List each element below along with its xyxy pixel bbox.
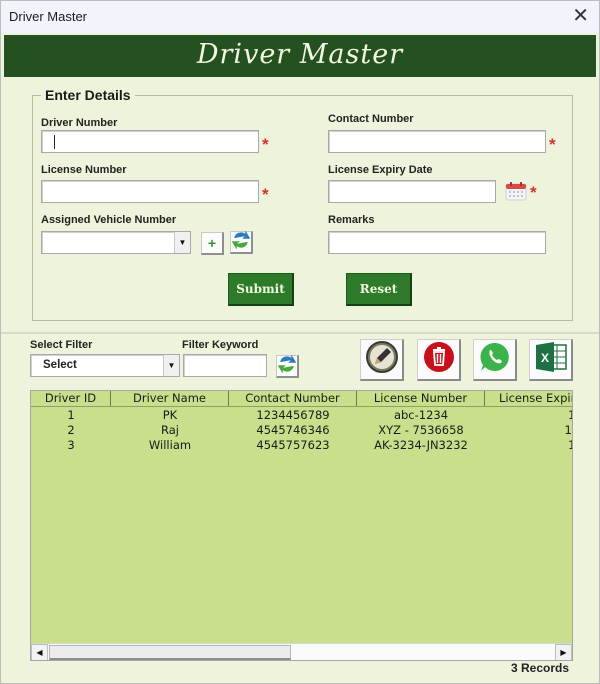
column-header[interactable]: Driver Name — [111, 391, 229, 406]
horizontal-scrollbar[interactable]: ◀ ▶ — [31, 643, 572, 660]
add-vehicle-button[interactable]: + — [201, 232, 224, 255]
reset-button[interactable]: Reset — [346, 273, 412, 306]
required-mark: * — [262, 135, 269, 154]
driver-number-label: Driver Number — [41, 117, 118, 129]
license-expiry-date-input[interactable] — [328, 180, 496, 203]
table-cell: 1 — [67, 408, 75, 422]
excel-export-button[interactable]: X — [529, 339, 573, 381]
divider — [1, 332, 599, 334]
select-filter-dropdown[interactable]: Select ▼ — [30, 354, 180, 377]
svg-text:X: X — [541, 351, 549, 365]
banner-title: Driver Master — [196, 39, 404, 70]
driver-number-input[interactable] — [41, 130, 259, 153]
license-expiry-date-label: License Expiry Date — [328, 164, 433, 176]
scroll-right-arrow-icon[interactable]: ▶ — [555, 644, 572, 660]
text-caret — [54, 135, 55, 149]
edit-button[interactable] — [360, 339, 404, 381]
enter-details-legend: Enter Details — [41, 87, 135, 103]
chevron-down-icon[interactable]: ▼ — [174, 232, 190, 253]
remarks-input[interactable] — [328, 231, 546, 254]
driver-master-window: Driver Master ✕ Driver Master Enter Deta… — [0, 0, 600, 684]
select-filter-value: Select — [43, 359, 77, 371]
chevron-down-icon[interactable]: ▼ — [163, 355, 179, 376]
scroll-left-arrow-icon[interactable]: ◀ — [31, 644, 48, 660]
refresh-filter-button[interactable] — [276, 353, 299, 378]
table-cell: AK-3234-JN3232 — [374, 438, 468, 452]
remarks-label: Remarks — [328, 214, 375, 226]
assigned-vehicle-number-label: Assigned Vehicle Number — [41, 214, 177, 226]
record-count: 3 Records — [510, 661, 569, 675]
table-cell: 4545746346 — [256, 423, 330, 437]
license-number-label: License Number — [41, 164, 127, 176]
filter-keyword-input[interactable] — [183, 354, 267, 377]
refresh-vehicle-button[interactable] — [230, 229, 253, 254]
table-cell: XYZ - 7536658 — [378, 423, 464, 437]
contact-number-label: Contact Number — [328, 113, 414, 125]
contact-number-input[interactable] — [328, 130, 546, 153]
required-mark: * — [530, 183, 537, 202]
table-header: Driver ID Driver Name Contact Number Lic… — [31, 391, 572, 407]
table-cell: 2 — [67, 423, 75, 437]
column-header[interactable]: Contact Number — [229, 391, 357, 406]
table-cell: 14-Aug-3 — [564, 423, 572, 437]
scrollbar-thumb[interactable] — [49, 645, 291, 660]
filter-keyword-label: Filter Keyword — [182, 339, 259, 351]
license-number-input[interactable] — [41, 180, 259, 203]
whatsapp-button[interactable] — [473, 339, 517, 381]
table-cell: Raj — [161, 423, 179, 437]
table-cell: 4545757623 — [256, 438, 330, 452]
select-filter-label: Select Filter — [30, 339, 93, 351]
header-banner: Driver Master — [4, 35, 596, 77]
table-cell: abc-1234 — [393, 408, 449, 422]
calendar-icon[interactable] — [505, 181, 527, 206]
assigned-vehicle-number-select[interactable]: ▼ — [41, 231, 191, 254]
whatsapp-icon — [478, 340, 512, 379]
submit-button[interactable]: Submit — [228, 273, 294, 306]
table-cell: 3 — [67, 438, 75, 452]
required-mark: * — [262, 185, 269, 204]
refresh-icon — [277, 353, 297, 378]
delete-button[interactable] — [417, 339, 461, 381]
table-cell: 15-Jun-3 — [485, 438, 572, 453]
required-mark: * — [549, 135, 556, 154]
table-row[interactable]: 1 PK 1234456789 abc-1234 16-Jun-3 — [31, 408, 572, 423]
column-header[interactable]: License Number — [357, 391, 485, 406]
table-cell: 1234456789 — [256, 408, 330, 422]
drivers-table: Driver ID Driver Name Contact Number Lic… — [30, 390, 573, 661]
excel-icon: X — [534, 340, 568, 379]
trash-icon — [422, 340, 456, 379]
pencil-icon — [365, 340, 399, 379]
refresh-icon — [231, 229, 251, 254]
column-header[interactable]: Driver ID — [31, 391, 111, 406]
title-bar: Driver Master ✕ — [1, 1, 599, 33]
window-title: Driver Master — [9, 9, 88, 24]
table-row[interactable]: 3 William 4545757623 AK-3234-JN3232 15-Jun-3 — [31, 438, 572, 453]
column-header[interactable]: License Expiry — [485, 391, 572, 406]
table-cell: William — [148, 438, 192, 452]
table-cell: 16-Jun-3 — [485, 408, 572, 423]
close-icon[interactable]: ✕ — [572, 5, 589, 27]
table-row[interactable]: 2 Raj 4545746346 XYZ - 7536658 14-Aug-3 — [31, 423, 572, 438]
table-cell: PK — [162, 408, 178, 422]
